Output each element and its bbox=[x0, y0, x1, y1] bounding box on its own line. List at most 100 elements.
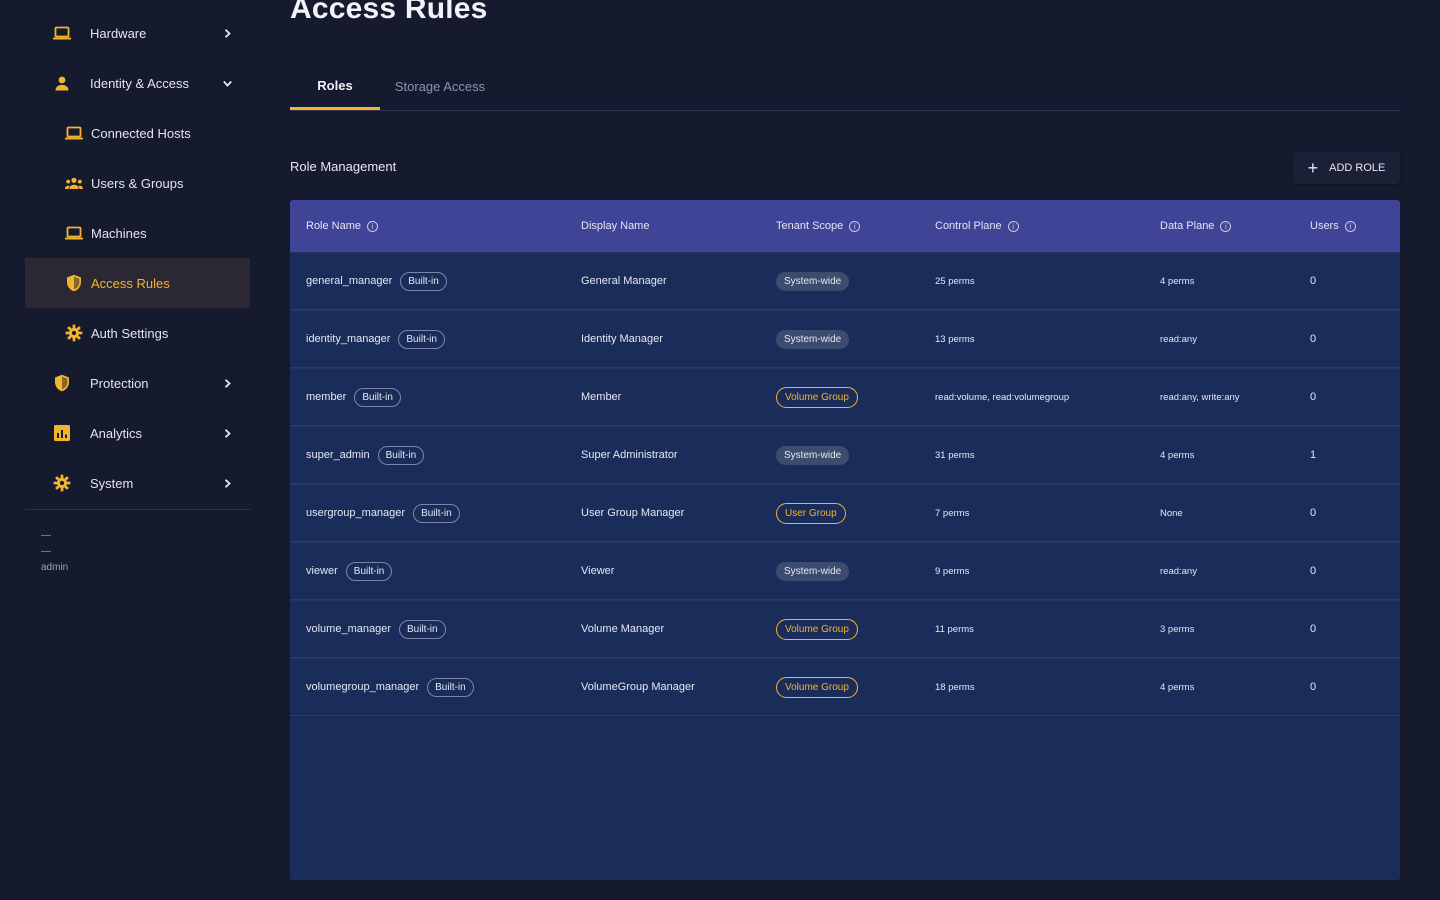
table-body: general_manager Built-in General Manager Sy… bbox=[290, 252, 1400, 716]
column-header-label: Users bbox=[1310, 220, 1339, 232]
sidebar-item-machines[interactable]: Machines bbox=[25, 208, 250, 258]
column-header-label: Tenant Scope bbox=[776, 220, 844, 232]
display-name: VolumeGroup Manager bbox=[581, 681, 695, 693]
sidebar-item-label: Users & Groups bbox=[91, 175, 184, 191]
scope-badge: System-wide bbox=[776, 329, 850, 349]
role-name-cell: volumegroup_manager Built-in bbox=[306, 659, 474, 715]
display-name: User Group Manager bbox=[581, 507, 685, 519]
scope-badge: User Group bbox=[776, 502, 846, 524]
sidebar-nav: Hardware Identity & Access Connected Hosts… bbox=[25, 8, 250, 508]
column-header-display-name[interactable]: Display Name bbox=[581, 200, 649, 252]
info-icon[interactable]: i bbox=[367, 220, 379, 232]
data-plane: read:any bbox=[1160, 333, 1197, 345]
user-role: admin bbox=[41, 562, 69, 573]
role-name: super_admin bbox=[306, 449, 370, 461]
tenant-scope-cell: Volume Group bbox=[776, 601, 858, 657]
chart-icon bbox=[52, 423, 72, 443]
page-title: Access Rules bbox=[290, 0, 488, 25]
info-icon[interactable]: i bbox=[1344, 220, 1356, 232]
sidebar-item-system[interactable]: System bbox=[25, 458, 250, 508]
chevron-down-icon bbox=[222, 78, 232, 88]
built-in-badge: Built-in bbox=[354, 387, 401, 407]
role-name: viewer bbox=[306, 565, 338, 577]
built-in-badge: Built-in bbox=[345, 561, 393, 581]
role-name: identity_manager bbox=[306, 333, 391, 345]
role-name: volumegroup_manager bbox=[306, 681, 420, 693]
add-role-label: ADD ROLE bbox=[1329, 162, 1386, 174]
column-header-tenant-scope[interactable]: Tenant Scope i bbox=[776, 200, 861, 252]
users-count: 0 bbox=[1310, 275, 1317, 287]
table-row[interactable]: general_manager Built-in General Manager Sy… bbox=[290, 252, 1400, 310]
sidebar-item-connected-hosts[interactable]: Connected Hosts bbox=[25, 108, 250, 158]
display-name: Volume Manager bbox=[581, 623, 665, 635]
scope-badge: System-wide bbox=[776, 561, 850, 581]
display-name: Identity Manager bbox=[581, 333, 663, 345]
tenant-scope-cell: Volume Group bbox=[776, 369, 858, 425]
tenant-scope-cell: System-wide bbox=[776, 427, 850, 483]
column-header-label: Role Name bbox=[306, 220, 362, 232]
sidebar-item-analytics[interactable]: Analytics bbox=[25, 408, 250, 458]
role-name-cell: usergroup_manager Built-in bbox=[306, 485, 460, 541]
info-icon[interactable]: i bbox=[1220, 220, 1232, 232]
table-row[interactable]: identity_manager Built-in Identity Manager… bbox=[290, 310, 1400, 368]
laptop-icon bbox=[65, 123, 83, 143]
tab-roles[interactable]: Roles bbox=[290, 62, 380, 110]
tenant-scope-cell: User Group bbox=[776, 485, 846, 541]
display-name: Member bbox=[581, 391, 622, 403]
data-plane: 3 perms bbox=[1160, 623, 1195, 635]
roles-table: Role Name i Display Name Tenant Scope i Contr… bbox=[290, 200, 1400, 880]
tenant-scope-cell: Volume Group bbox=[776, 659, 858, 715]
users-count: 0 bbox=[1310, 507, 1317, 519]
table-row[interactable]: usergroup_manager Built-in User Group Mana… bbox=[290, 484, 1400, 542]
sidebar-item-label: Protection bbox=[90, 375, 149, 391]
tab-bar: Roles Storage Access bbox=[290, 62, 1400, 111]
table-row[interactable]: super_admin Built-in Super Administrator Sy… bbox=[290, 426, 1400, 484]
sidebar-item-hardware[interactable]: Hardware bbox=[25, 8, 250, 58]
column-header-role-name[interactable]: Role Name i bbox=[306, 200, 379, 252]
control-plane: 11 perms bbox=[935, 623, 974, 635]
info-icon[interactable]: i bbox=[849, 220, 861, 232]
sidebar-item-label: Access Rules bbox=[91, 275, 170, 291]
column-header-control-plane[interactable]: Control Plane i bbox=[935, 200, 1019, 252]
control-plane: 7 perms bbox=[935, 507, 970, 519]
display-name: Viewer bbox=[581, 565, 615, 577]
role-name-cell: general_manager Built-in bbox=[306, 253, 447, 309]
table-row[interactable]: volumegroup_manager Built-in VolumeGroup M… bbox=[290, 658, 1400, 716]
control-plane: 25 perms bbox=[935, 275, 975, 287]
control-plane: 9 perms bbox=[935, 565, 970, 577]
built-in-badge: Built-in bbox=[427, 677, 474, 697]
chevron-right-icon bbox=[222, 478, 232, 488]
sidebar-item-label: Hardware bbox=[90, 25, 147, 41]
table-row[interactable]: volume_manager Built-in Volume Manager Volu… bbox=[290, 600, 1400, 658]
role-name: usergroup_manager bbox=[306, 507, 406, 519]
table-row[interactable]: viewer Built-in Viewer System-wide 9 perms re… bbox=[290, 542, 1400, 600]
data-plane: None bbox=[1160, 507, 1183, 519]
role-name-cell: viewer Built-in bbox=[306, 543, 393, 599]
users-count: 0 bbox=[1310, 623, 1317, 635]
group-icon bbox=[65, 173, 83, 193]
laptop-icon bbox=[65, 223, 83, 243]
tenant-scope-cell: System-wide bbox=[776, 253, 850, 309]
built-in-badge: Built-in bbox=[399, 619, 446, 639]
sidebar-item-users-and-groups[interactable]: Users & Groups bbox=[25, 158, 250, 208]
scope-badge: System-wide bbox=[776, 271, 850, 291]
tenant-scope-cell: System-wide bbox=[776, 543, 850, 599]
gear-icon bbox=[65, 323, 83, 343]
built-in-badge: Built-in bbox=[377, 445, 425, 465]
column-header-data-plane[interactable]: Data Plane i bbox=[1160, 200, 1232, 252]
sidebar-item-identity-and-access[interactable]: Identity & Access bbox=[25, 58, 250, 108]
scope-badge: Volume Group bbox=[776, 618, 858, 640]
sidebar-item-access-rules[interactable]: Access Rules bbox=[25, 258, 250, 308]
add-role-button[interactable]: + ADD ROLE bbox=[1293, 152, 1400, 184]
table-row[interactable]: member Built-in Member Volume Group read:vol… bbox=[290, 368, 1400, 426]
scope-badge: Volume Group bbox=[776, 386, 858, 408]
data-plane: 4 perms bbox=[1160, 449, 1195, 461]
column-header-label: Control Plane bbox=[935, 220, 1002, 232]
role-name: general_manager bbox=[306, 275, 393, 287]
sidebar-item-auth-settings[interactable]: Auth Settings bbox=[25, 308, 250, 358]
tab-storage-access[interactable]: Storage Access bbox=[380, 62, 500, 110]
sidebar-item-protection[interactable]: Protection bbox=[25, 358, 250, 408]
column-header-users[interactable]: Users i bbox=[1310, 200, 1356, 252]
info-icon[interactable]: i bbox=[1007, 220, 1019, 232]
control-plane: 13 perms bbox=[935, 333, 975, 345]
